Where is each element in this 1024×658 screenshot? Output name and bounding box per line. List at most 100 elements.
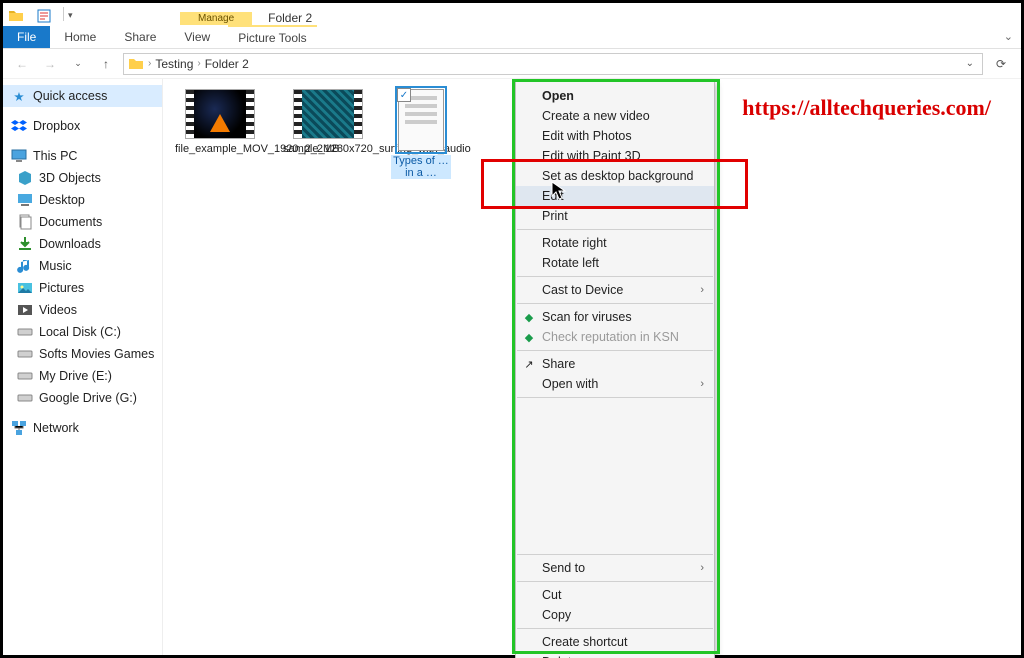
nav-music[interactable]: Music: [3, 255, 162, 277]
file-item-image-selected[interactable]: ✓ Types of … in a …: [391, 89, 451, 179]
ctx-edit[interactable]: Edit: [516, 186, 714, 206]
ctx-set-background[interactable]: Set as desktop background: [516, 166, 714, 186]
breadcrumb-item[interactable]: Folder 2: [205, 57, 249, 71]
nav-desktop[interactable]: Desktop: [3, 189, 162, 211]
ctx-label: Open: [542, 89, 574, 103]
ctx-open-with[interactable]: Open with›: [516, 374, 714, 394]
nav-dropbox[interactable]: Dropbox: [3, 115, 162, 137]
nav-forward-button[interactable]: →: [39, 53, 61, 75]
ctx-label: Check reputation in KSN: [542, 330, 679, 344]
breadcrumb-folder-icon: [128, 56, 144, 72]
tab-view[interactable]: View: [170, 26, 224, 48]
submenu-arrow-icon: ›: [700, 562, 704, 574]
nav-3d-objects[interactable]: 3D Objects: [3, 167, 162, 189]
explorer-window: ▾ Manage Folder 2 File Home Share View P…: [0, 0, 1024, 658]
tab-file[interactable]: File: [3, 26, 50, 48]
ctx-label: Create a new video: [542, 109, 650, 123]
nav-documents[interactable]: Documents: [3, 211, 162, 233]
nav-this-pc[interactable]: This PC: [3, 145, 162, 167]
shield-icon: ◆: [522, 330, 536, 344]
file-item-video[interactable]: file_example_MOV_1920_2_2MB: [175, 89, 265, 155]
pc-icon: [11, 148, 27, 164]
ribbon-collapse-icon[interactable]: ⌄: [1004, 30, 1013, 43]
ctx-create-video[interactable]: Create a new video: [516, 106, 714, 126]
network-icon: [11, 420, 27, 436]
image-thumbnail: ✓: [398, 89, 444, 151]
ctx-open[interactable]: Open: [516, 86, 714, 106]
nav-label: Documents: [39, 215, 102, 229]
nav-my-drive-e[interactable]: My Drive (E:): [3, 365, 162, 387]
ctx-scan-viruses[interactable]: ◆Scan for viruses: [516, 307, 714, 327]
ctx-label: Share: [542, 357, 575, 371]
nav-label: Pictures: [39, 281, 84, 295]
drive-icon: [17, 346, 33, 362]
ctx-label: Rotate right: [542, 236, 607, 250]
nav-downloads[interactable]: Downloads: [3, 233, 162, 255]
nav-quick-access[interactable]: ★ Quick access: [3, 85, 162, 107]
tab-share[interactable]: Share: [110, 26, 170, 48]
navigation-pane[interactable]: ★ Quick access Dropbox This PC 3D Object…: [3, 79, 163, 655]
drive-icon: [17, 390, 33, 406]
selection-checkbox[interactable]: ✓: [397, 88, 411, 102]
refresh-button[interactable]: ⟳: [989, 53, 1013, 75]
shield-icon: ◆: [522, 310, 536, 324]
ctx-label: Send to: [542, 561, 585, 575]
ctx-create-shortcut[interactable]: Create shortcut: [516, 632, 714, 652]
ctx-separator: [517, 303, 713, 304]
ctx-edit-paint3d[interactable]: Edit with Paint 3D: [516, 146, 714, 166]
tab-home[interactable]: Home: [50, 26, 110, 48]
video-thumbnail: [293, 89, 363, 139]
ctx-label: Edit with Photos: [542, 129, 632, 143]
ctx-separator: [517, 397, 713, 398]
nav-up-button[interactable]: ↑: [95, 53, 117, 75]
documents-icon: [17, 214, 33, 230]
dropbox-icon: [11, 118, 27, 134]
tab-picture-tools[interactable]: Picture Tools: [228, 25, 316, 49]
ctx-send-to[interactable]: Send to ›: [516, 558, 714, 578]
submenu-arrow-icon: ›: [700, 284, 704, 296]
ctx-rotate-right[interactable]: Rotate right: [516, 233, 714, 253]
nav-google-drive[interactable]: Google Drive (G:): [3, 387, 162, 409]
ctx-separator: [517, 229, 713, 230]
downloads-icon: [17, 236, 33, 252]
nav-local-disk-c[interactable]: Local Disk (C:): [3, 321, 162, 343]
ctx-edit-photos[interactable]: Edit with Photos: [516, 126, 714, 146]
explorer-body: ★ Quick access Dropbox This PC 3D Object…: [3, 79, 1021, 655]
breadcrumb[interactable]: › Testing › Folder 2 ⌄: [123, 53, 983, 75]
ctx-copy[interactable]: Copy: [516, 605, 714, 625]
ctx-print[interactable]: Print: [516, 206, 714, 226]
ctx-label: Open with: [542, 377, 598, 391]
ctx-separator: [517, 581, 713, 582]
file-item-video[interactable]: sample_1280x720_surfing_with_audio: [283, 89, 373, 155]
file-list-pane[interactable]: https://alltechqueries.com/ file_example…: [163, 79, 1021, 655]
ctx-label: Cast to Device: [542, 283, 623, 297]
nav-softs-movies[interactable]: Softs Movies Games: [3, 343, 162, 365]
nav-label: Softs Movies Games: [39, 347, 154, 361]
nav-back-button[interactable]: ←: [11, 53, 33, 75]
nav-videos[interactable]: Videos: [3, 299, 162, 321]
window-folder-icon: [7, 7, 25, 25]
nav-label: Downloads: [39, 237, 101, 251]
ctx-rotate-left[interactable]: Rotate left: [516, 253, 714, 273]
ctx-cut[interactable]: Cut: [516, 585, 714, 605]
nav-pictures[interactable]: Pictures: [3, 277, 162, 299]
drive-icon: [17, 324, 33, 340]
ctx-delete[interactable]: Delete: [516, 652, 714, 658]
ctx-separator: [517, 350, 713, 351]
nav-label: My Drive (E:): [39, 369, 112, 383]
nav-recent-dropdown[interactable]: ⌄: [67, 53, 89, 75]
ctx-share[interactable]: ↗Share: [516, 354, 714, 374]
qat-properties-icon[interactable]: [35, 7, 53, 25]
breadcrumb-item[interactable]: Testing: [155, 57, 193, 71]
nav-network[interactable]: Network: [3, 417, 162, 439]
qat-dropdown-icon[interactable]: ▾: [68, 10, 80, 21]
nav-label: Google Drive (G:): [39, 391, 137, 405]
nav-label: Desktop: [39, 193, 85, 207]
ctx-separator: [517, 276, 713, 277]
pictures-icon: [17, 280, 33, 296]
star-icon: ★: [11, 88, 27, 104]
address-dropdown-icon[interactable]: ⌄: [962, 58, 978, 69]
check-icon: ✓: [400, 90, 408, 101]
ctx-cast-to-device[interactable]: Cast to Device ›: [516, 280, 714, 300]
contextual-tab-header: Manage: [180, 12, 252, 25]
